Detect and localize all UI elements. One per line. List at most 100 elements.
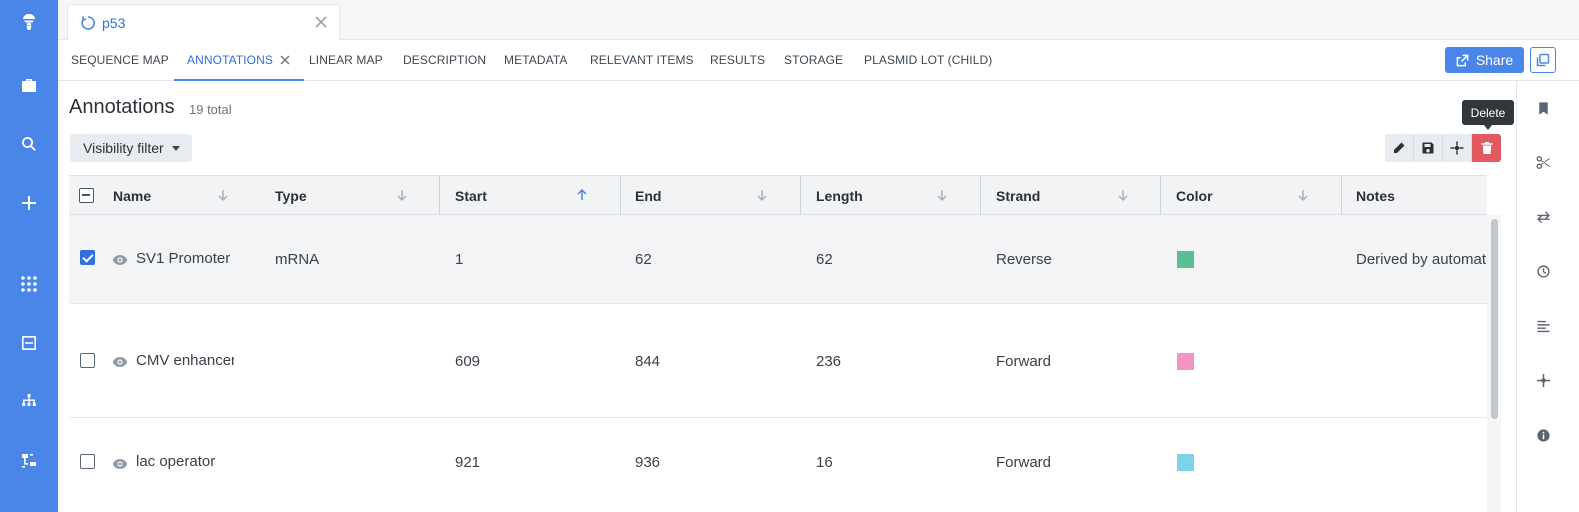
tab-storage[interactable]: STORAGE	[784, 40, 843, 80]
color-swatch	[1177, 353, 1194, 370]
delete-tooltip: Delete	[1462, 100, 1514, 130]
share-button[interactable]: Share	[1445, 47, 1524, 73]
cell-type: mRNA	[275, 251, 320, 268]
select-all-checkbox[interactable]	[79, 188, 94, 203]
color-swatch	[1177, 454, 1194, 471]
column-divider[interactable]	[1160, 176, 1161, 215]
tab-annotations[interactable]: ANNOTATIONS	[174, 40, 304, 81]
cell-start: 609	[455, 353, 481, 370]
cell-end: 936	[635, 454, 661, 471]
inbox-icon[interactable]	[17, 331, 41, 355]
copy-button[interactable]	[1530, 47, 1556, 73]
row-checkbox[interactable]	[80, 250, 95, 265]
tab-linear-map[interactable]: LINEAR MAP	[309, 40, 383, 80]
cell-name: SV1 Promoter	[136, 250, 231, 267]
share-icon	[1456, 54, 1469, 66]
workflow-icon[interactable]	[17, 449, 41, 473]
table-row[interactable]: lac operator 921 936 16 Forward	[69, 418, 1487, 512]
edit-button[interactable]	[1385, 134, 1414, 162]
briefcase-icon[interactable]	[17, 73, 41, 97]
table-row[interactable]: SV1 Promoter mRNA 1 62 62 Reverse Derive…	[69, 215, 1487, 304]
eye-icon[interactable]	[112, 355, 128, 367]
row-checkbox[interactable]	[80, 454, 95, 469]
delete-button[interactable]	[1472, 134, 1501, 162]
column-header-type[interactable]: Type	[275, 176, 307, 215]
cell-length: 16	[816, 454, 833, 471]
cell-length: 62	[816, 251, 833, 268]
align-left-icon[interactable]	[1534, 317, 1552, 335]
page-title: Annotations	[69, 96, 175, 118]
app-logo-icon[interactable]	[17, 10, 41, 34]
vertical-scrollbar[interactable]	[1487, 215, 1501, 512]
search-icon[interactable]	[17, 132, 41, 156]
bookmark-icon[interactable]	[1534, 99, 1552, 117]
swap-icon[interactable]	[1534, 208, 1552, 226]
row-checkbox[interactable]	[80, 353, 95, 368]
column-header-color[interactable]: Color	[1176, 176, 1213, 215]
scrollbar-thumb[interactable]	[1491, 219, 1498, 419]
caret-down-icon	[171, 145, 180, 151]
cell-start: 921	[455, 454, 481, 471]
crosshair-icon[interactable]	[1534, 371, 1552, 389]
column-header-notes[interactable]: Notes	[1356, 176, 1395, 215]
share-label: Share	[1475, 52, 1514, 68]
column-divider[interactable]	[439, 176, 440, 215]
sort-arrow-down-icon[interactable]	[1296, 188, 1310, 202]
tab-metadata[interactable]: METADATA	[504, 40, 567, 80]
eye-icon[interactable]	[112, 457, 128, 469]
tab-sequence-map[interactable]: SEQUENCE MAP	[71, 40, 169, 80]
apps-grid-icon[interactable]	[17, 272, 41, 296]
save-button[interactable]	[1414, 134, 1443, 162]
cell-start: 1	[455, 251, 464, 268]
sort-arrow-up-icon[interactable]	[575, 188, 589, 202]
sort-arrow-down-icon[interactable]	[1116, 188, 1130, 202]
hierarchy-icon[interactable]	[17, 390, 41, 414]
app: p53 SEQUENCE MAP ANNOTATIONS LINEAR MAP …	[0, 0, 1579, 512]
column-divider[interactable]	[620, 176, 621, 215]
tab-results[interactable]: RESULTS	[710, 40, 765, 80]
sort-arrow-down-icon[interactable]	[216, 188, 230, 202]
scissors-icon[interactable]	[1534, 153, 1552, 171]
crosshair-icon	[1450, 141, 1464, 155]
close-tab-icon[interactable]	[313, 14, 329, 30]
sort-arrow-down-icon[interactable]	[935, 188, 949, 202]
cell-name: CMV enhancer	[136, 352, 234, 369]
plus-icon[interactable]	[17, 191, 41, 215]
eye-icon[interactable]	[112, 253, 128, 265]
column-header-length[interactable]: Length	[816, 176, 863, 215]
sort-arrow-down-icon[interactable]	[755, 188, 769, 202]
tab-plasmid-lot-child[interactable]: PLASMID LOT (CHILD)	[864, 40, 992, 80]
edit-icon	[1394, 142, 1405, 153]
tab-relevant-items[interactable]: RELEVANT ITEMS	[590, 40, 694, 80]
column-divider[interactable]	[800, 176, 801, 215]
cell-end: 62	[635, 251, 652, 268]
visibility-filter-dropdown[interactable]: Visibility filter	[70, 134, 192, 162]
info-icon[interactable]	[1534, 426, 1552, 444]
column-divider[interactable]	[980, 176, 981, 215]
tab-description[interactable]: DESCRIPTION	[403, 40, 486, 80]
locate-button[interactable]	[1443, 134, 1472, 162]
visibility-filter-label: Visibility filter	[83, 140, 164, 156]
column-divider[interactable]	[1341, 176, 1342, 215]
right-tool-rail	[1516, 81, 1579, 512]
table-row[interactable]: CMV enhancer 609 844 236 Forward	[69, 304, 1487, 418]
cell-name: lac operator	[136, 453, 216, 470]
document-tab[interactable]: p53	[67, 4, 340, 40]
view-tabs: SEQUENCE MAP ANNOTATIONS LINEAR MAP DESC…	[58, 40, 1579, 81]
annotation-count: 19 total	[189, 102, 232, 117]
sort-arrow-down-icon[interactable]	[395, 188, 409, 202]
column-header-strand[interactable]: Strand	[996, 176, 1040, 215]
clock-icon[interactable]	[1534, 262, 1552, 280]
cell-strand: Forward	[996, 454, 1052, 471]
cell-length: 236	[816, 353, 842, 370]
close-icon[interactable]	[279, 54, 291, 66]
left-nav-rail	[0, 0, 58, 512]
column-header-end[interactable]: End	[635, 176, 661, 215]
table-header: Name Type Start End Length Strand Color …	[69, 175, 1501, 215]
column-header-name[interactable]: Name	[113, 176, 151, 215]
document-tab-title: p53	[102, 14, 126, 31]
column-header-start[interactable]: Start	[455, 176, 487, 215]
document-tab-strip: p53	[58, 0, 1579, 40]
save-icon	[1422, 142, 1434, 154]
scrollbar-corner	[1487, 175, 1501, 215]
